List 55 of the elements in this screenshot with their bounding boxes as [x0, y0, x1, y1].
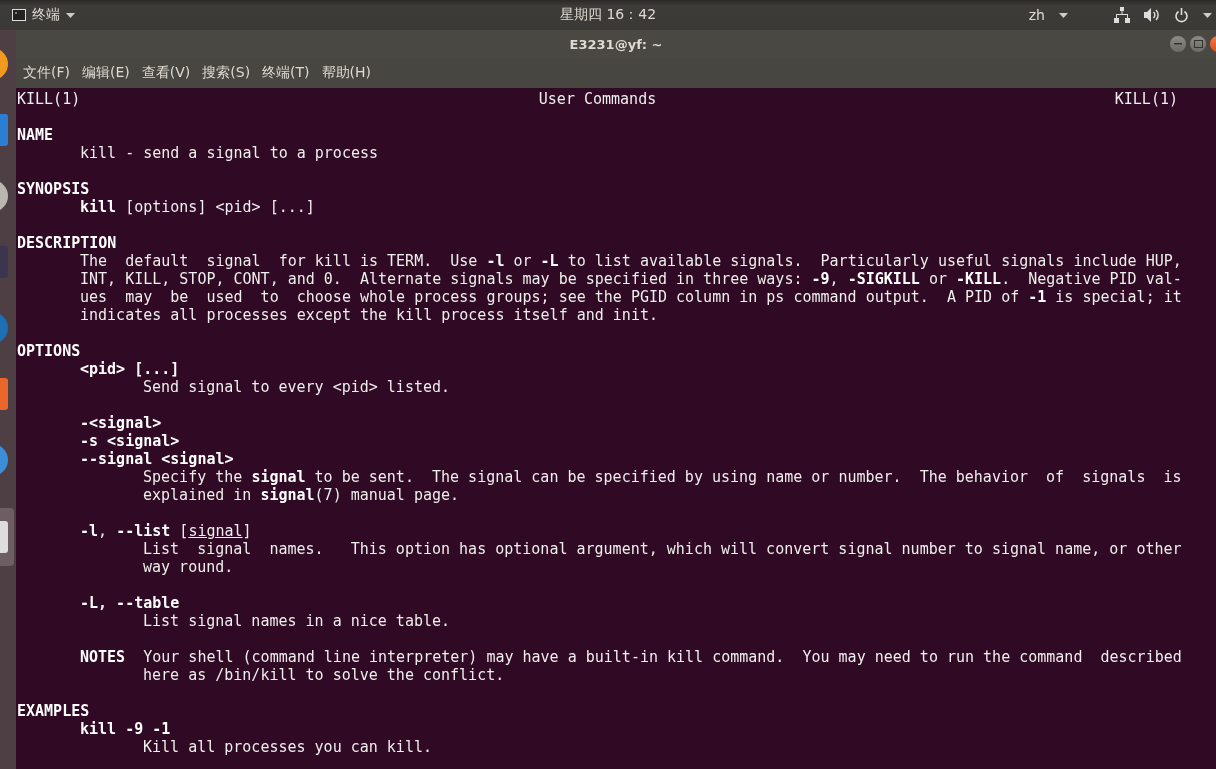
caret-icon [1203, 12, 1212, 18]
page-header: KILL(1) [17, 90, 81, 108]
caret-icon [1059, 12, 1068, 18]
man-text: --signal <signal> [80, 450, 234, 468]
minimize-button[interactable] [1170, 36, 1186, 52]
app-icon [0, 114, 8, 146]
clock[interactable]: 星期四 16：42 [559, 6, 657, 24]
terminal-icon [12, 9, 26, 21]
section-heading: EXAMPLES [17, 702, 90, 720]
power-icon[interactable] [1174, 7, 1189, 23]
man-text: INT, KILL, STOP, CONT, and 0. Alternate signals may be specified in three ways: -9, -SIGKILL or -KILL. Negative PID val‐ [80, 270, 1182, 288]
man-text: kill -9 -1 [80, 720, 171, 738]
caret-icon [66, 12, 75, 18]
man-text: List signal names in a nice table. [143, 612, 451, 630]
network-icon[interactable] [1114, 7, 1130, 23]
app-menu[interactable]: 终端 [32, 6, 60, 24]
man-text: kill - send a signal to a process [80, 144, 378, 162]
menu-item[interactable]: 终端(T) [262, 64, 310, 82]
man-text: -<signal> [80, 414, 162, 432]
man-text: NOTES Your shell (command line interpreter) may have a built-in kill command. You may need to run the command described [80, 648, 1182, 666]
man-text: Kill all processes you can kill. [143, 738, 432, 756]
maximize-button[interactable] [1190, 36, 1206, 52]
language-indicator[interactable]: zh [1028, 7, 1045, 23]
man-text: ues may be used to choose whole process groups; see the PGID column in ps command output. A PID of -1 is special; it [80, 288, 1182, 306]
app-icon [0, 378, 8, 410]
minimize-icon [1174, 43, 1182, 45]
section-heading: OPTIONS [17, 342, 81, 360]
dock-item[interactable] [0, 508, 14, 566]
man-text: -L, --table [80, 594, 180, 612]
menu-item[interactable]: 编辑(E) [82, 64, 130, 82]
app-icon [0, 521, 8, 553]
maximize-icon [1193, 40, 1203, 48]
man-text: explained in signal(7) manual page. [143, 486, 460, 504]
man-text: -s <signal> [80, 432, 180, 450]
page-header: User Commands [538, 90, 657, 108]
menu-item[interactable]: 文件(F) [23, 64, 70, 82]
menu-item[interactable]: 帮助(H) [321, 64, 372, 82]
man-text: List signal names. This option has optional argument, which will convert signal number to signal name, or other [143, 540, 1182, 558]
menu-item[interactable]: 查看(V) [141, 64, 191, 82]
man-text: Send signal to every <pid> listed. [143, 378, 451, 396]
man-text: kill [options] <pid> [...] [80, 198, 315, 216]
section-heading: SYNOPSIS [17, 180, 90, 198]
window-title: E3231@yf: ~ [569, 36, 663, 52]
menu-item[interactable]: 搜索(S) [202, 64, 251, 82]
man-text: The default signal for kill is TERM. Use -l or -L to list available signals. Particularly useful signals include HUP, [80, 252, 1182, 270]
man-text: indicates all processes except the kill process itself and init. [80, 306, 658, 324]
section-heading: DESCRIPTION [17, 234, 117, 252]
man-text: Specify the signal to be sent. The signal can be specified by using name or number. The behavior of signals is [143, 468, 1182, 486]
man-text: <pid> [...] [80, 360, 180, 378]
man-text: way round. [143, 558, 234, 576]
volume-icon[interactable] [1144, 8, 1160, 22]
man-text: -l, --list [signal] [80, 522, 252, 540]
page-header: KILL(1) [1114, 90, 1178, 108]
section-heading: NAME [17, 126, 54, 144]
man-text: here as /bin/kill to solve the conflict. [143, 666, 505, 684]
